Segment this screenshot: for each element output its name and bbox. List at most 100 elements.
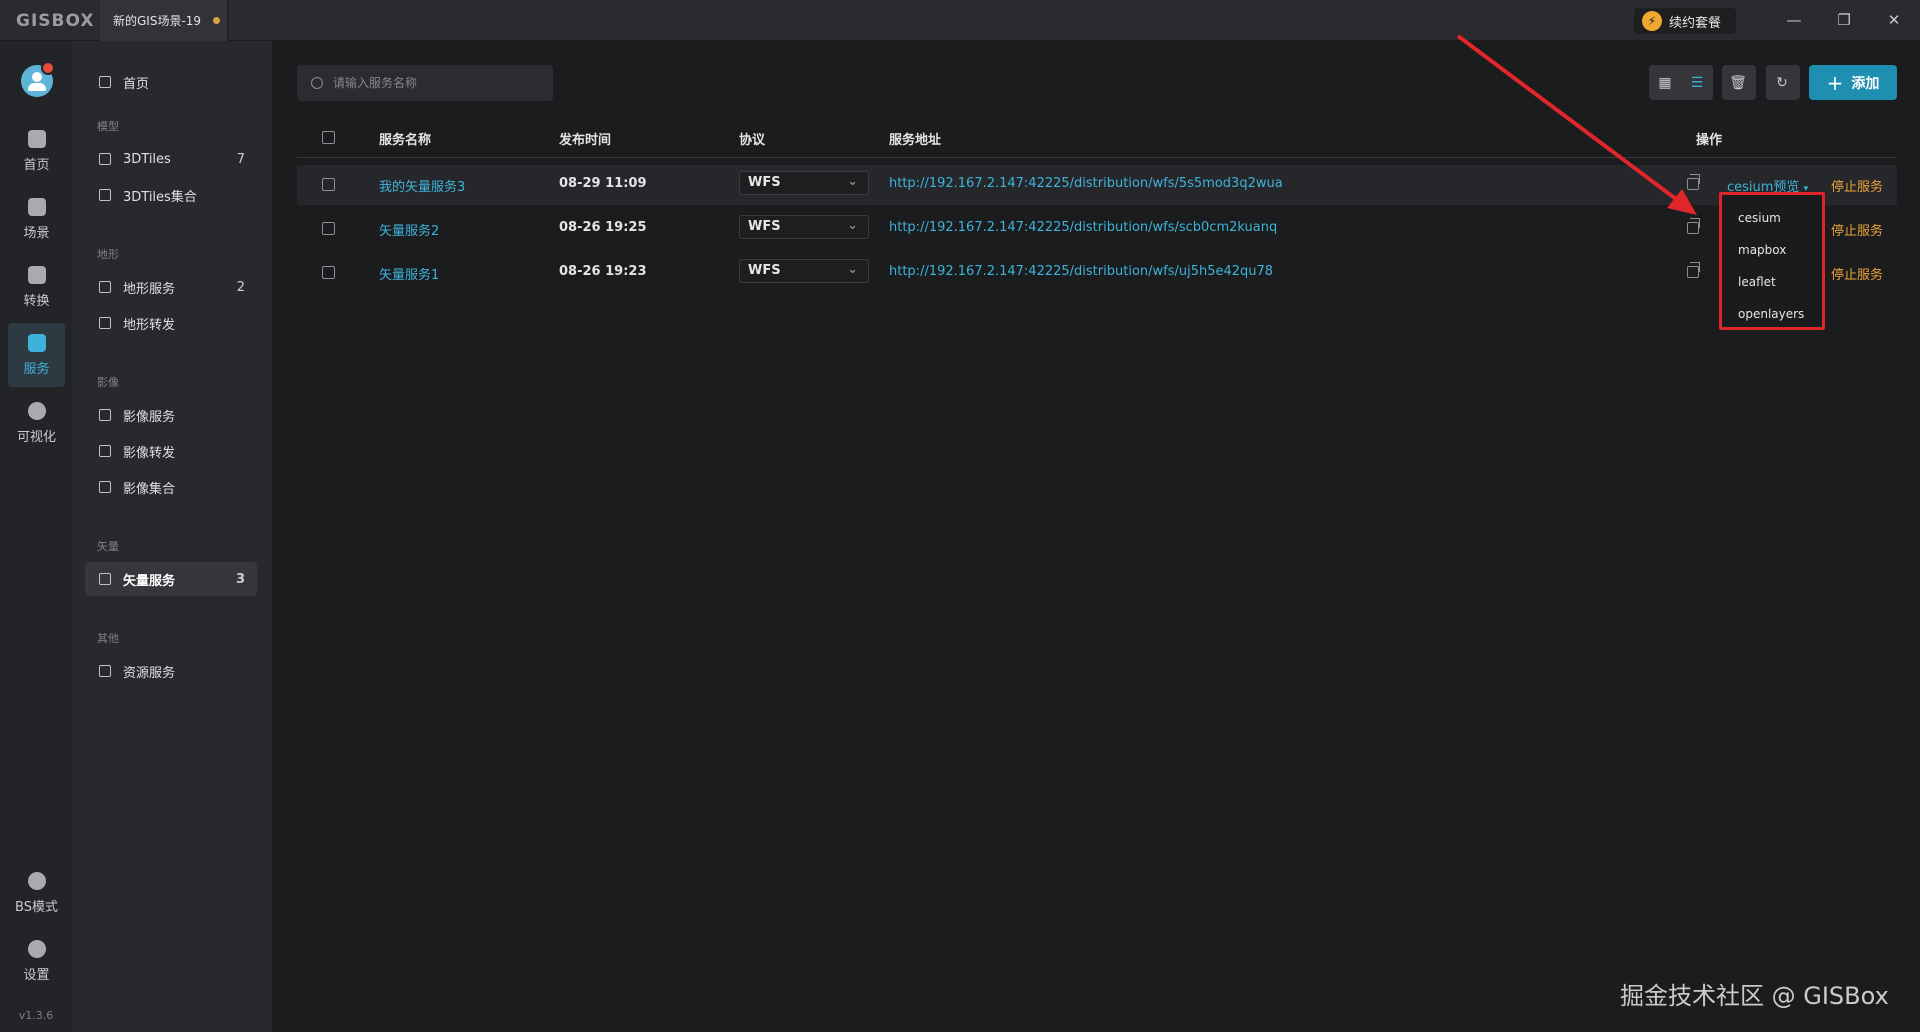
- sidebar-item-terrain-service[interactable]: 地形服务 2: [85, 270, 257, 304]
- sidebar-group-vector: 矢量: [97, 540, 119, 553]
- minimize-icon[interactable]: —: [1784, 10, 1804, 30]
- menu-item-mapbox[interactable]: mapbox: [1722, 234, 1822, 266]
- row-checkbox[interactable]: [322, 178, 335, 191]
- sidebar-item-image-service[interactable]: 影像服务: [85, 398, 257, 432]
- vector-icon: [99, 573, 111, 585]
- refresh-button[interactable]: ↻: [1766, 65, 1800, 100]
- rail-item-bs-mode[interactable]: BS模式: [8, 861, 65, 925]
- sidebar-item-image-forward[interactable]: 影像转发: [85, 434, 257, 468]
- rail-item-label: 转换: [23, 293, 50, 309]
- scene-icon: [27, 197, 46, 216]
- publish-time: 08-29 11:09: [559, 176, 647, 191]
- notification-badge-icon: [41, 61, 55, 75]
- renew-plan-label: 续约套餐: [1669, 15, 1722, 31]
- search-box: [297, 65, 553, 101]
- title-bar: GISBOX 新的GIS场景-19 ⚡ 续约套餐 — ❐ ✕: [0, 0, 1920, 41]
- service-sidebar: 首页 模型 3DTiles 7 3DTiles集合 地形 地形服务 2 地形转发…: [72, 41, 272, 1032]
- copy-icon[interactable]: [1687, 174, 1700, 190]
- count-badge: 3: [235, 571, 245, 587]
- rail-item-label: 设置: [23, 967, 50, 983]
- count-badge: 2: [236, 279, 245, 295]
- image-icon: [99, 409, 111, 421]
- stop-service-button[interactable]: 停止服务: [1831, 264, 1883, 283]
- service-url-link[interactable]: http://192.167.2.147:42225/distribution/…: [889, 176, 1283, 191]
- select-all-checkbox[interactable]: [322, 131, 335, 144]
- sidebar-group-model: 模型: [97, 120, 119, 133]
- view-toggle-group: ▦ ☰: [1649, 65, 1713, 100]
- scene-tab[interactable]: 新的GIS场景-19: [100, 0, 228, 41]
- resource-icon: [99, 665, 111, 677]
- restore-icon[interactable]: ❐: [1834, 10, 1854, 30]
- bolt-icon: ⚡: [1642, 11, 1662, 31]
- refresh-icon: ↻: [1776, 74, 1788, 91]
- column-header-time: 发布时间: [559, 133, 612, 148]
- rail-item-service[interactable]: 服务: [8, 323, 65, 387]
- row-checkbox[interactable]: [322, 222, 335, 235]
- list-view-icon[interactable]: ☰: [1681, 65, 1713, 100]
- row-checkbox[interactable]: [322, 266, 335, 279]
- close-icon[interactable]: ✕: [1884, 10, 1904, 30]
- lock-icon: [27, 871, 46, 890]
- rail-item-home[interactable]: 首页: [8, 119, 65, 183]
- protocol-select[interactable]: WFS ⌄: [739, 259, 869, 283]
- service-name-link[interactable]: 矢量服务1: [379, 264, 439, 283]
- stop-service-button[interactable]: 停止服务: [1831, 220, 1883, 239]
- table-row: 矢量服务1 08-26 19:23 WFS ⌄ http://192.167.2…: [297, 253, 1897, 293]
- rail-item-label: 场景: [23, 225, 50, 241]
- menu-item-leaflet[interactable]: leaflet: [1722, 266, 1822, 298]
- home-icon: [27, 129, 46, 148]
- gear-icon: [27, 939, 46, 958]
- rail-item-settings[interactable]: 设置: [8, 929, 65, 993]
- preview-options-menu: cesium mapbox leaflet openlayers: [1719, 192, 1825, 330]
- stop-service-button[interactable]: 停止服务: [1831, 176, 1883, 195]
- service-url-link[interactable]: http://192.167.2.147:42225/distribution/…: [889, 220, 1277, 235]
- app-logo: GISBOX: [16, 11, 95, 31]
- tiles-icon: [99, 153, 111, 165]
- sidebar-group-other: 其他: [97, 632, 119, 645]
- table-row: 我的矢量服务3 08-29 11:09 WFS ⌄ http://192.167…: [297, 165, 1897, 205]
- rail-item-visualization[interactable]: 可视化: [8, 391, 65, 455]
- sidebar-item-image-set[interactable]: 影像集合: [85, 470, 257, 504]
- sidebar-item-resource-service[interactable]: 资源服务: [85, 654, 257, 688]
- publish-time: 08-26 19:25: [559, 220, 647, 235]
- avatar[interactable]: [21, 61, 55, 97]
- home-icon: [99, 76, 111, 88]
- menu-item-cesium[interactable]: cesium: [1722, 202, 1822, 234]
- service-icon: [27, 333, 46, 352]
- sidebar-item-3dtiles-set[interactable]: 3DTiles集合: [85, 178, 257, 212]
- search-icon: [311, 77, 323, 89]
- sidebar-group-terrain: 地形: [97, 248, 119, 261]
- column-header-protocol: 协议: [739, 133, 766, 148]
- column-header-name: 服务名称: [379, 133, 432, 148]
- rail-item-convert[interactable]: 转换: [8, 255, 65, 319]
- service-name-link[interactable]: 我的矢量服务3: [379, 176, 465, 195]
- delete-button[interactable]: 🗑: [1722, 65, 1756, 100]
- protocol-select[interactable]: WFS ⌄: [739, 171, 869, 195]
- app-window: GISBOX 新的GIS场景-19 ⚡ 续约套餐 — ❐ ✕ 首页 场景 转换 …: [0, 0, 1920, 1032]
- trash-icon: 🗑: [1729, 74, 1747, 91]
- sidebar-item-home[interactable]: 首页: [85, 65, 257, 99]
- column-header-ops: 操作: [1696, 133, 1723, 148]
- menu-item-openlayers[interactable]: openlayers: [1722, 298, 1822, 330]
- chevron-down-icon: ⌄: [847, 174, 858, 189]
- sidebar-item-terrain-forward[interactable]: 地形转发: [85, 306, 257, 340]
- sidebar-item-3dtiles[interactable]: 3DTiles 7: [85, 142, 257, 176]
- rail-item-scene[interactable]: 场景: [8, 187, 65, 251]
- count-badge: 7: [236, 151, 245, 167]
- chevron-down-icon: ⌄: [847, 218, 858, 233]
- renew-plan-button[interactable]: ⚡ 续约套餐: [1634, 8, 1736, 34]
- rail-item-label: BS模式: [15, 899, 58, 915]
- add-button[interactable]: + 添加: [1809, 65, 1897, 100]
- service-name-link[interactable]: 矢量服务2: [379, 220, 439, 239]
- rail-item-label: 可视化: [16, 429, 56, 445]
- protocol-select[interactable]: WFS ⌄: [739, 215, 869, 239]
- sidebar-item-vector-service[interactable]: 矢量服务 3: [85, 562, 257, 596]
- copy-icon[interactable]: [1687, 218, 1700, 234]
- copy-icon[interactable]: [1687, 262, 1700, 278]
- terrain-forward-icon: [99, 317, 111, 329]
- tiles-set-icon: [99, 189, 111, 201]
- rail-item-label: 首页: [23, 157, 50, 173]
- service-url-link[interactable]: http://192.167.2.147:42225/distribution/…: [889, 264, 1273, 279]
- grid-view-icon[interactable]: ▦: [1649, 65, 1681, 100]
- search-input[interactable]: [333, 76, 533, 90]
